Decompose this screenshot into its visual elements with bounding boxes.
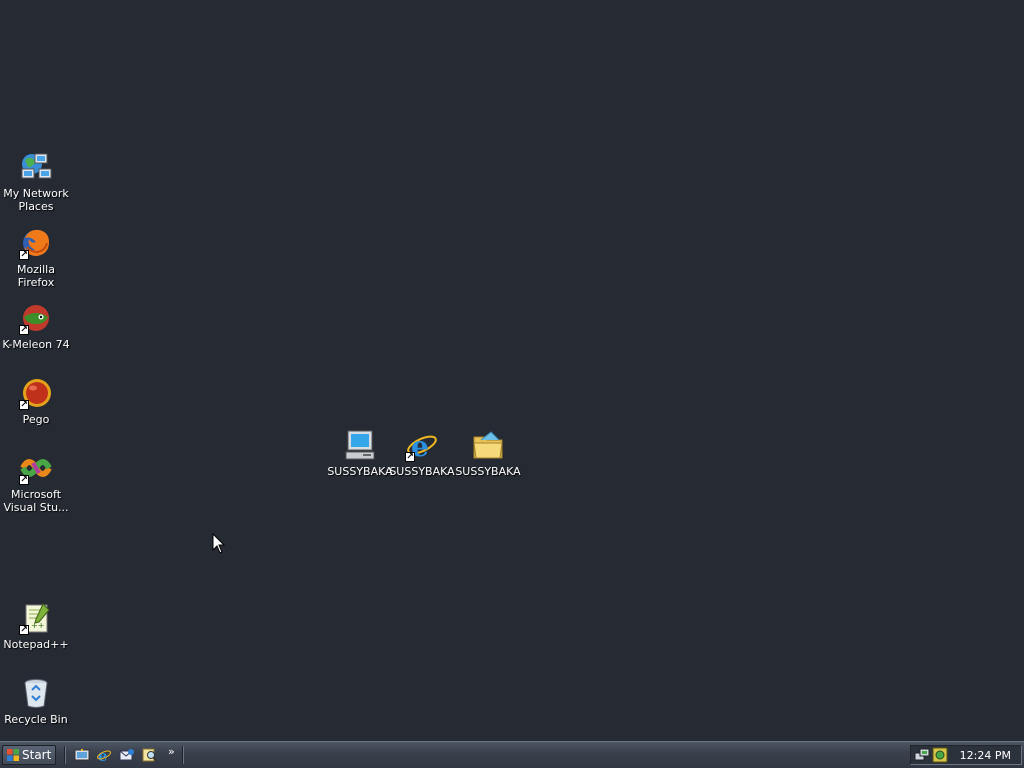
shortcut-arrow-icon: ↗ xyxy=(19,325,29,335)
shortcut-arrow-icon: ↗ xyxy=(405,452,415,462)
network-icon xyxy=(914,748,930,761)
desktop-icon-label: SUSSYBAKA xyxy=(389,465,455,478)
visual-studio-icon: ↗ xyxy=(19,451,53,485)
my-computer-icon xyxy=(343,428,377,462)
outlook-express-icon xyxy=(119,749,134,761)
desktop-icon-internet-explorer[interactable]: e ↗ SUSSYBAKA xyxy=(384,428,460,478)
shortcut-arrow-icon: ↗ xyxy=(19,400,29,410)
desktop-icon-label: K-Meleon 74 xyxy=(2,338,70,351)
desktop-icon-mozilla-firefox[interactable]: ↗ Mozilla Firefox xyxy=(0,226,74,289)
desktop-icon-label: Pego xyxy=(22,413,50,426)
desktop-icon-label: Mozilla Firefox xyxy=(17,263,55,289)
quick-launch-search[interactable] xyxy=(142,747,158,763)
taskbar-clock[interactable]: 12:24 PM xyxy=(960,749,1011,762)
svg-text:++: ++ xyxy=(31,621,44,630)
desktop-icon-label: SUSSYBAKA xyxy=(455,465,521,478)
system-tray: 12:24 PM xyxy=(910,745,1022,765)
folder-icon xyxy=(471,428,505,462)
mouse-cursor-icon xyxy=(212,533,226,554)
desktop-icon-my-network-places[interactable]: My Network Places xyxy=(0,150,74,213)
notepad-plus-plus-icon: ++ ↗ xyxy=(19,601,53,635)
tray-network[interactable] xyxy=(914,747,930,763)
pego-icon: ↗ xyxy=(19,376,53,410)
quick-launch-outlook-express[interactable] xyxy=(119,747,135,763)
quick-launch-show-desktop[interactable] xyxy=(74,747,90,763)
internet-explorer-icon: e ↗ xyxy=(405,428,439,462)
show-desktop-icon xyxy=(74,749,90,761)
desktop-icon-recycle-bin[interactable]: Recycle Bin xyxy=(0,676,74,726)
shortcut-arrow-icon: ↗ xyxy=(19,250,29,260)
recycle-bin-icon xyxy=(19,676,53,710)
desktop-icon-label: Recycle Bin xyxy=(4,713,68,726)
desktop-icon-notepad-plus-plus[interactable]: ++ ↗ Notepad++ xyxy=(0,601,74,651)
svg-text:e: e xyxy=(98,747,108,763)
shortcut-arrow-icon: ↗ xyxy=(19,625,29,635)
taskbar-separator xyxy=(182,746,184,764)
desktop-icon-visual-studio[interactable]: ↗ Microsoft Visual Stu... xyxy=(0,451,74,514)
internet-explorer-icon: e xyxy=(97,747,111,763)
windows-logo-icon xyxy=(7,749,19,761)
security-icon xyxy=(932,747,948,763)
desktop-icon-label: Microsoft Visual Stu... xyxy=(3,488,69,514)
quick-launch-internet-explorer[interactable]: e xyxy=(96,747,112,763)
desktop-icon-pego[interactable]: ↗ Pego xyxy=(0,376,74,426)
firefox-icon: ↗ xyxy=(19,226,53,260)
network-places-icon xyxy=(19,150,53,184)
shortcut-arrow-icon: ↗ xyxy=(19,475,29,485)
taskbar-separator xyxy=(64,746,66,764)
desktop-icon-folder[interactable]: SUSSYBAKA xyxy=(450,428,526,478)
desktop[interactable]: My Network Places ↗ Mozilla Firefox ↗ K-… xyxy=(0,0,1024,741)
desktop-icon-label: Notepad++ xyxy=(3,638,69,651)
desktop-icon-label: SUSSYBAKA xyxy=(327,465,393,478)
desktop-icon-k-meleon[interactable]: ↗ K-Meleon 74 xyxy=(0,301,74,351)
search-icon xyxy=(142,748,158,762)
k-meleon-icon: ↗ xyxy=(19,301,53,335)
taskbar: Start e » 12:24 PM xyxy=(0,741,1024,768)
start-button[interactable]: Start xyxy=(2,745,56,765)
tray-security[interactable] xyxy=(932,747,948,763)
start-label: Start xyxy=(22,748,52,762)
quick-launch-overflow-button[interactable]: » xyxy=(168,745,175,758)
desktop-icon-label: My Network Places xyxy=(3,187,69,213)
